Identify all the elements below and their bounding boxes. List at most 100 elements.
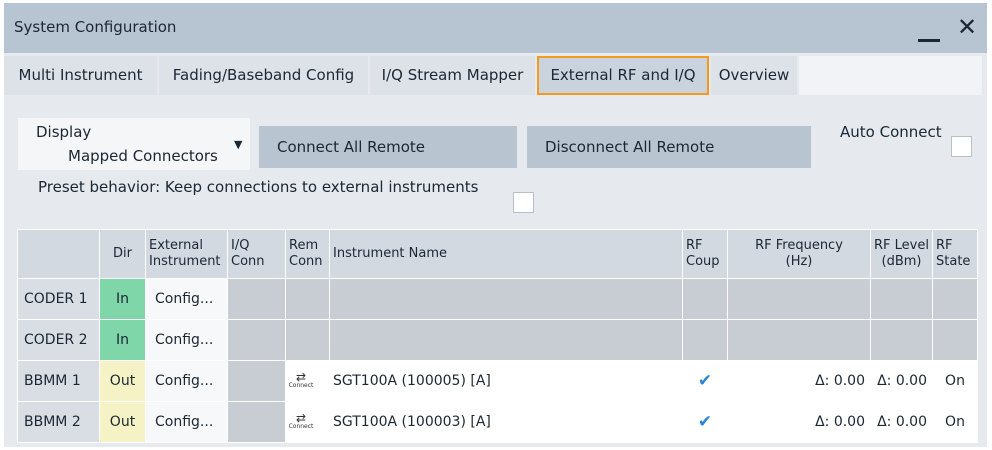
tab-external-rf-and-iq[interactable]: External RF and I/Q [537, 56, 709, 95]
header-state-line1: RF [936, 238, 953, 253]
display-mode-dropdown[interactable]: Display Mapped Connectors ▼ [18, 118, 250, 170]
header-rfcoup-line1: RF [686, 238, 703, 253]
auto-connect-label: Auto Connect [840, 123, 942, 141]
rf-coup-cell [682, 319, 728, 361]
header-state-line2: State [936, 254, 971, 269]
header-iq-line1: I/Q [231, 238, 250, 253]
header-ext-line2: Instrument [149, 254, 221, 269]
rem-conn-cell: ⇄ Connect [285, 360, 330, 402]
rf-frequency-cell[interactable]: Δ: 0.00 [727, 360, 871, 402]
auto-connect-checkbox[interactable] [951, 136, 972, 157]
header-instrument-name: Instrument Name [329, 229, 683, 279]
header-rf-level: RF Level (dBm) [870, 229, 933, 279]
preset-behavior-label: Preset behavior: Keep connections to ext… [38, 178, 479, 196]
iq-conn-cell [227, 360, 286, 402]
direction-cell: In [99, 319, 146, 361]
connect-arrows-icon: ⇄ [295, 410, 307, 425]
header-rfcoup-line2: Coup [686, 254, 720, 269]
external-instrument-config-button[interactable]: Config... [145, 278, 228, 320]
header-rf-state: RF State [932, 229, 978, 279]
header-freq-line2: (Hz) [785, 254, 813, 269]
rf-coup-cell [682, 278, 728, 320]
title-bar: System Configuration ✕ [4, 3, 987, 53]
rf-level-cell[interactable]: Δ: 0.00 [870, 401, 933, 443]
row-label: CODER 1 [17, 278, 100, 320]
header-ext-line1: External [149, 238, 203, 253]
close-button[interactable]: ✕ [952, 11, 982, 43]
row-label: BBMM 1 [17, 360, 100, 402]
rf-coup-cell[interactable]: ✔ [682, 401, 728, 443]
tab-iq-stream-mapper[interactable]: I/Q Stream Mapper [370, 56, 535, 95]
tab-multi-instrument[interactable]: Multi Instrument [4, 56, 157, 95]
header-rf-coup: RF Coup [682, 229, 728, 279]
rf-level-cell [870, 278, 933, 320]
controls-panel: Display Mapped Connectors ▼ Connect All … [16, 114, 976, 226]
header-rem-conn: Rem Conn [285, 229, 330, 279]
rf-state-cell [932, 278, 978, 320]
rf-state-cell[interactable]: On [932, 360, 978, 402]
header-iq-conn: I/Q Conn [227, 229, 286, 279]
rem-conn-cell: ⇄ Connect [285, 401, 330, 443]
connect-arrows-icon: ⇄ [295, 369, 307, 384]
tab-fading-baseband-config[interactable]: Fading/Baseband Config [159, 56, 368, 95]
row-label: BBMM 2 [17, 401, 100, 443]
rf-level-cell[interactable]: Δ: 0.00 [870, 360, 933, 402]
header-iq-line2: Conn [231, 254, 265, 269]
table-row-bbmm-2: BBMM 2 Out Config... ⇄ Connect SGT100A (1… [17, 401, 978, 443]
rf-frequency-cell [727, 319, 871, 361]
header-level-line2: (dBm) [881, 254, 922, 269]
connect-all-remote-button[interactable]: Connect All Remote [259, 126, 517, 168]
remote-connect-icon[interactable]: ⇄ Connect [287, 369, 317, 389]
header-freq-line1: RF Frequency [755, 238, 843, 253]
table-row-coder-1: CODER 1 In Config... [17, 278, 978, 320]
iq-conn-cell [227, 278, 286, 320]
rf-frequency-cell [727, 278, 871, 320]
instrument-name-cell [329, 278, 683, 320]
instrument-name-cell[interactable]: SGT100A (100005) [A] [329, 360, 683, 402]
direction-cell: In [99, 278, 146, 320]
table-row-bbmm-1: BBMM 1 Out Config... ⇄ Connect SGT100A (1… [17, 360, 978, 402]
remote-connect-icon[interactable]: ⇄ Connect [287, 410, 317, 430]
row-label: CODER 2 [17, 319, 100, 361]
iq-conn-cell [227, 401, 286, 443]
display-dropdown-label: Display [36, 123, 92, 141]
rf-coup-cell[interactable]: ✔ [682, 360, 728, 402]
dropdown-arrow-icon: ▼ [234, 138, 243, 151]
tab-bar-filler [799, 56, 982, 95]
direction-cell: Out [99, 401, 146, 443]
rf-frequency-cell[interactable]: Δ: 0.00 [727, 401, 871, 443]
external-instrument-config-button[interactable]: Config... [145, 401, 228, 443]
system-configuration-dialog: System Configuration ✕ Multi Instrument … [4, 3, 987, 447]
header-level-line1: RF Level [874, 238, 929, 253]
minimize-button[interactable] [916, 15, 950, 45]
external-instrument-config-button[interactable]: Config... [145, 319, 228, 361]
connector-table: Dir External Instrument I/Q Conn Rem Conn I… [17, 229, 978, 443]
rf-level-cell [870, 319, 933, 361]
preset-behavior-checkbox[interactable] [513, 192, 534, 213]
display-dropdown-value: Mapped Connectors [68, 147, 218, 165]
header-rem-line1: Rem [289, 238, 319, 253]
dialog-title: System Configuration [14, 18, 177, 36]
tab-bar: Multi Instrument Fading/Baseband Config … [4, 53, 987, 100]
instrument-name-cell[interactable]: SGT100A (100003) [A] [329, 401, 683, 443]
rem-conn-cell [285, 278, 330, 320]
table-header-row: Dir External Instrument I/Q Conn Rem Conn I… [17, 229, 978, 279]
header-rf-frequency: RF Frequency (Hz) [727, 229, 871, 279]
connect-icon-label: Connect [288, 381, 314, 389]
checkmark-icon: ✔ [697, 371, 713, 391]
tab-overview[interactable]: Overview [711, 56, 797, 95]
rem-conn-cell [285, 319, 330, 361]
rf-state-cell[interactable]: On [932, 401, 978, 443]
header-row-label [17, 229, 100, 279]
instrument-name-cell [329, 319, 683, 361]
connect-icon-label: Connect [288, 422, 314, 430]
minimize-icon [918, 39, 940, 42]
header-rem-line2: Conn [289, 254, 323, 269]
external-instrument-config-button[interactable]: Config... [145, 360, 228, 402]
close-icon: ✕ [956, 13, 978, 41]
disconnect-all-remote-button[interactable]: Disconnect All Remote [527, 126, 811, 168]
checkmark-icon: ✔ [697, 412, 713, 432]
header-external-instrument: External Instrument [145, 229, 228, 279]
table-row-coder-2: CODER 2 In Config... [17, 319, 978, 361]
direction-cell: Out [99, 360, 146, 402]
